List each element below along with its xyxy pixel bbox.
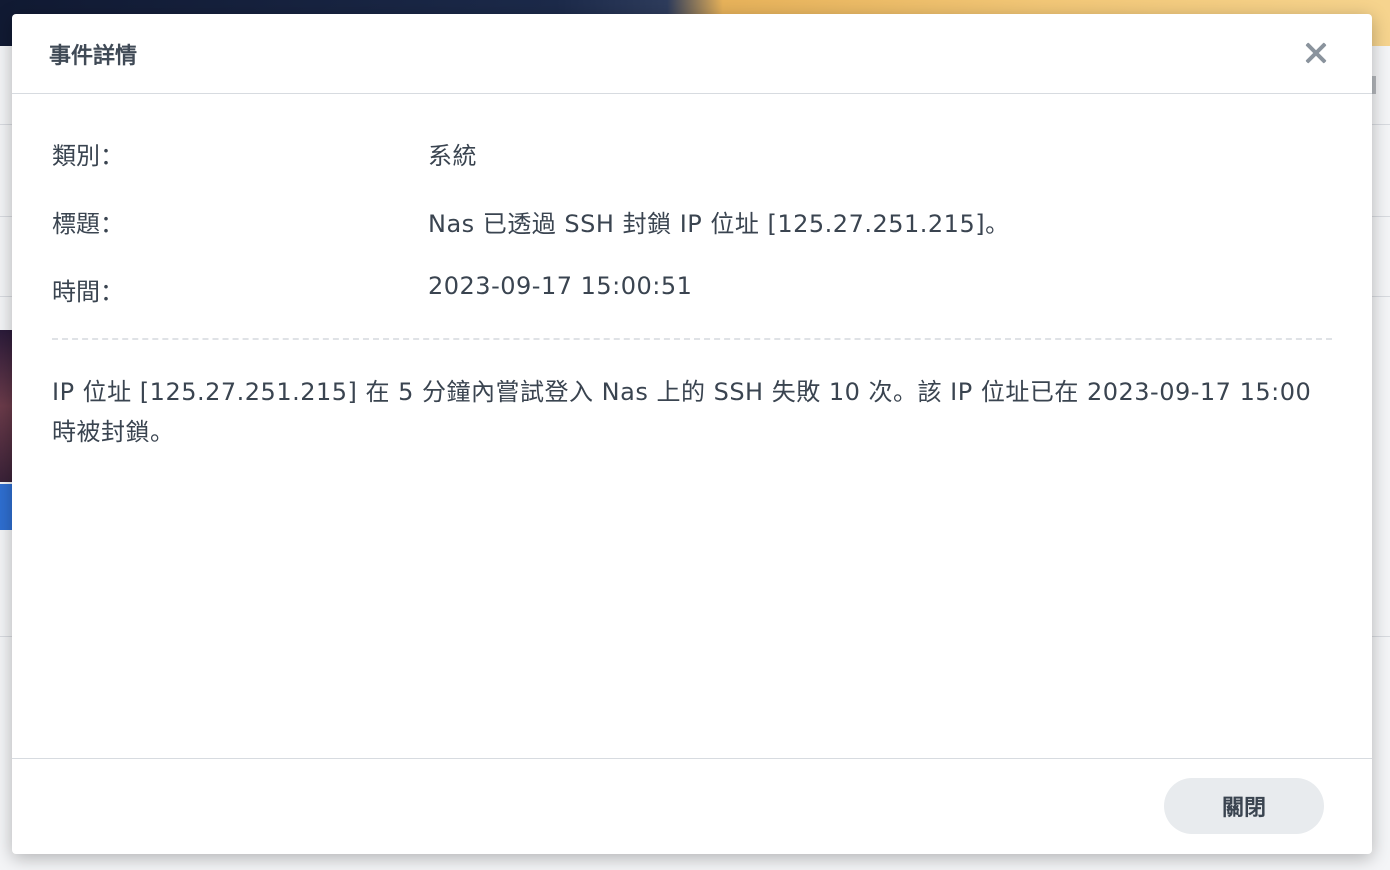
detail-row-time: 時間： 2023-09-17 15:00:51 bbox=[52, 272, 1332, 308]
category-label: 類別： bbox=[52, 142, 124, 170]
dialog-header: 事件詳情 bbox=[12, 14, 1372, 94]
time-label: 時間： bbox=[52, 278, 124, 306]
close-icon[interactable] bbox=[1301, 38, 1331, 68]
title-value: Nas 已透過 SSH 封鎖 IP 位址 [125.27.251.215]。 bbox=[428, 210, 1010, 238]
event-details-dialog: 事件詳情 類別： 系統 標題： Nas 已透過 SSH 封鎖 IP 位址 [12… bbox=[12, 14, 1372, 854]
category-value: 系統 bbox=[428, 142, 477, 170]
event-description: IP 位址 [125.27.251.215] 在 5 分鐘內嘗試登入 Nas 上… bbox=[52, 378, 1312, 446]
dialog-footer: 關閉 bbox=[12, 758, 1372, 854]
detail-row-category: 類別： 系統 bbox=[52, 136, 1332, 172]
time-value: 2023-09-17 15:00:51 bbox=[428, 272, 693, 300]
dialog-title: 事件詳情 bbox=[49, 44, 138, 69]
close-button[interactable]: 關閉 bbox=[1164, 778, 1324, 834]
title-label: 標題： bbox=[52, 210, 124, 238]
section-divider bbox=[52, 338, 1332, 340]
background-scrollbar bbox=[1372, 76, 1376, 94]
detail-row-title: 標題： Nas 已透過 SSH 封鎖 IP 位址 [125.27.251.215… bbox=[52, 204, 1332, 240]
